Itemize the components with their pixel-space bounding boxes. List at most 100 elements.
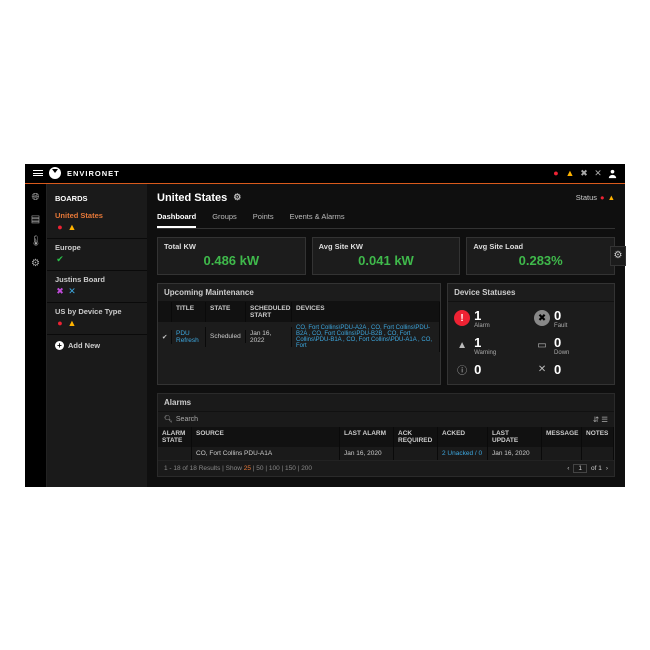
app-name: ENVIRONET: [67, 169, 120, 178]
kpi-label: Avg Site Load: [473, 242, 608, 251]
cell-state: [158, 447, 192, 460]
col-source[interactable]: SOURCE: [192, 427, 340, 447]
page-size-150[interactable]: 150: [285, 465, 296, 472]
panel-title: Device Statuses: [448, 284, 614, 302]
fault-icon[interactable]: ✖: [579, 168, 589, 178]
user-icon[interactable]: [607, 168, 617, 178]
status-alarm[interactable]: ! 1 Alarm: [454, 308, 528, 329]
row-check[interactable]: ✔: [158, 330, 172, 344]
alarm-icon: ●: [600, 193, 605, 202]
sidebar: BOARDS United States ● ▲ Europe ✔ Justin…: [47, 184, 147, 487]
app-window: ENVIRONET ● ▲ ✖ ✕ 🌐︎ ▤ 🌡︎ ⚙ BOARDS Unite…: [25, 164, 625, 487]
table-row[interactable]: ✔ PDU Refresh Scheduled Jan 16, 2022 CO,…: [158, 322, 440, 352]
sidebar-item-justins-board[interactable]: Justins Board ✖ ✕: [47, 271, 147, 303]
col-message[interactable]: MESSAGE: [542, 427, 582, 447]
panel-title: Alarms: [158, 394, 614, 412]
cell-source: CO, Fort Collins PDU-A1A: [192, 447, 340, 460]
cell-message: [542, 447, 582, 460]
status-value: 1: [474, 335, 481, 350]
kpi-value: 0.486 kW: [164, 253, 299, 268]
panel-device-statuses: Device Statuses ! 1 Alarm ✖ 0: [447, 283, 615, 385]
logo-icon: [49, 167, 61, 179]
search-input[interactable]: 🔍︎ Search: [164, 415, 198, 423]
col-notes[interactable]: NOTES: [582, 427, 614, 447]
alarms-table: ALARM STATE SOURCE LAST ALARM ACK REQUIR…: [158, 427, 614, 460]
status-value: 0: [554, 362, 561, 377]
col-acked[interactable]: ACKED: [438, 427, 488, 447]
page-current[interactable]: 1: [573, 464, 587, 473]
page-total: of 1: [591, 465, 602, 472]
col-last-update[interactable]: LAST UPDATE: [488, 427, 542, 447]
sidebar-item-us-by-device-type[interactable]: US by Device Type ● ▲: [47, 303, 147, 335]
alarm-icon: ●: [55, 318, 65, 328]
sidebar-heading: BOARDS: [47, 190, 147, 207]
page-size-100[interactable]: 100: [269, 465, 280, 472]
alarm-icon: ●: [55, 222, 65, 232]
col-check: [158, 302, 172, 322]
status-info[interactable]: ⓘ 0: [454, 362, 528, 378]
tab-dashboard[interactable]: Dashboard: [157, 208, 196, 228]
row-state: Scheduled: [206, 330, 246, 343]
menu-icon[interactable]: [33, 169, 43, 178]
tools-icon[interactable]: ✕: [593, 168, 603, 178]
table-row[interactable]: CO, Fort Collins PDU-A1A Jan 16, 2020 2 …: [158, 447, 614, 460]
page-size-200[interactable]: 200: [301, 465, 312, 472]
kpi-label: Total KW: [164, 242, 299, 251]
plus-icon: +: [55, 341, 64, 350]
kpi-row: Total KW 0.486 kW Avg Site KW 0.041 kW A…: [157, 237, 615, 275]
col-title[interactable]: TITLE: [172, 302, 206, 322]
kpi-avg-site-load: Avg Site Load 0.283%: [466, 237, 615, 275]
warning-icon: ▲: [67, 318, 77, 328]
status-tools[interactable]: ✕ 0: [534, 362, 608, 378]
panel-upcoming-maintenance: Upcoming Maintenance TITLE STATE SCHEDUL…: [157, 283, 441, 385]
page-size-50[interactable]: 50: [256, 465, 263, 472]
status-down[interactable]: ▭ 0 Down: [534, 335, 608, 356]
col-state[interactable]: STATE: [206, 302, 246, 322]
tabs: Dashboard Groups Points Events & Alarms: [157, 208, 615, 229]
status-label: Alarm: [474, 323, 490, 329]
add-board-button[interactable]: + Add New: [47, 335, 147, 356]
status-badge: Status ● ▲: [576, 193, 615, 202]
clipboard-icon[interactable]: ▤: [30, 214, 42, 226]
sidebar-item-united-states[interactable]: United States ● ▲: [47, 207, 147, 239]
sidebar-item-label: Justins Board: [55, 275, 139, 284]
next-page-icon[interactable]: ›: [606, 465, 608, 472]
cell-acked[interactable]: 2 Unacked / 0: [438, 447, 488, 460]
cell-ack-required: [394, 447, 438, 460]
sidebar-item-label: United States: [55, 211, 139, 220]
col-devices[interactable]: DEVICES: [292, 302, 440, 322]
panel-title: Upcoming Maintenance: [158, 284, 440, 302]
tab-points[interactable]: Points: [253, 208, 274, 228]
row-title[interactable]: PDU Refresh: [172, 327, 206, 347]
sidebar-item-europe[interactable]: Europe ✔: [47, 239, 147, 271]
warning-icon: ▲: [608, 193, 615, 202]
panel-alarms: Alarms 🔍︎ Search ⇵ ☰ ALARM STATE SOURCE …: [157, 393, 615, 477]
status-fault[interactable]: ✖ 0 Fault: [534, 308, 608, 329]
layout-settings-button[interactable]: ⚙: [610, 246, 626, 266]
thermometer-icon[interactable]: 🌡︎: [30, 236, 42, 248]
tab-events-alarms[interactable]: Events & Alarms: [290, 208, 345, 228]
col-ack-required[interactable]: ACK REQUIRED: [394, 427, 438, 447]
col-scheduled[interactable]: SCHEDULED START: [246, 302, 292, 322]
prev-page-icon[interactable]: ‹: [567, 465, 569, 472]
status-warning[interactable]: ▲ 1 Warning: [454, 335, 528, 356]
x-icon: ✖: [55, 286, 65, 296]
pager: 1 - 18 of 18 Results | Show 25 | 50 | 10…: [158, 460, 614, 476]
table-tools[interactable]: ⇵ ☰: [593, 415, 608, 424]
page-size-25[interactable]: 25: [244, 465, 251, 472]
tab-groups[interactable]: Groups: [212, 208, 237, 228]
col-alarm-state[interactable]: ALARM STATE: [158, 427, 192, 447]
col-last-alarm[interactable]: LAST ALARM: [340, 427, 394, 447]
globe-icon[interactable]: 🌐︎: [30, 192, 42, 204]
alarm-icon[interactable]: ●: [551, 168, 561, 178]
down-icon: ▭: [534, 337, 550, 353]
status-value: 1: [474, 308, 481, 323]
sidebar-item-label: US by Device Type: [55, 307, 139, 316]
row-devices[interactable]: CO, Fort Collins\PDU-A2A , CO, Fort Coll…: [292, 322, 440, 352]
body: 🌐︎ ▤ 🌡︎ ⚙ BOARDS United States ● ▲ Europ…: [25, 184, 625, 487]
gear-icon[interactable]: ⚙: [30, 258, 42, 270]
page-settings-icon[interactable]: ⚙: [233, 192, 241, 203]
sidebar-item-label: Europe: [55, 243, 139, 252]
cell-last-update: Jan 16, 2020: [488, 447, 542, 460]
warning-icon[interactable]: ▲: [565, 168, 575, 178]
